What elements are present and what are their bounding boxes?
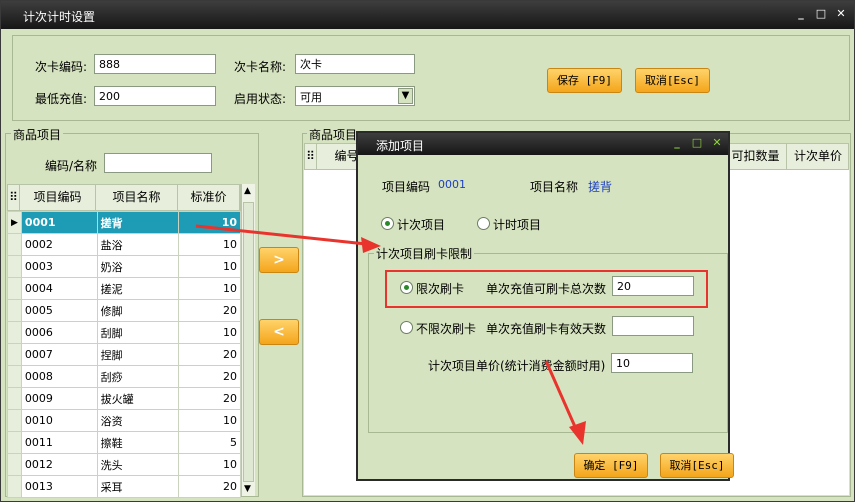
arrow-head-to-ok xyxy=(569,421,586,445)
annotation-arrows xyxy=(195,224,586,445)
arrow-line-to-dialog xyxy=(195,224,367,246)
arrow-head-to-dialog xyxy=(361,237,381,253)
arrow-line-to-ok xyxy=(544,360,578,430)
main-window: 计次计时设置 _ □ ✕ 次卡编码: 次卡名称: 最低充值: 启用状态: 可用 … xyxy=(0,0,855,502)
